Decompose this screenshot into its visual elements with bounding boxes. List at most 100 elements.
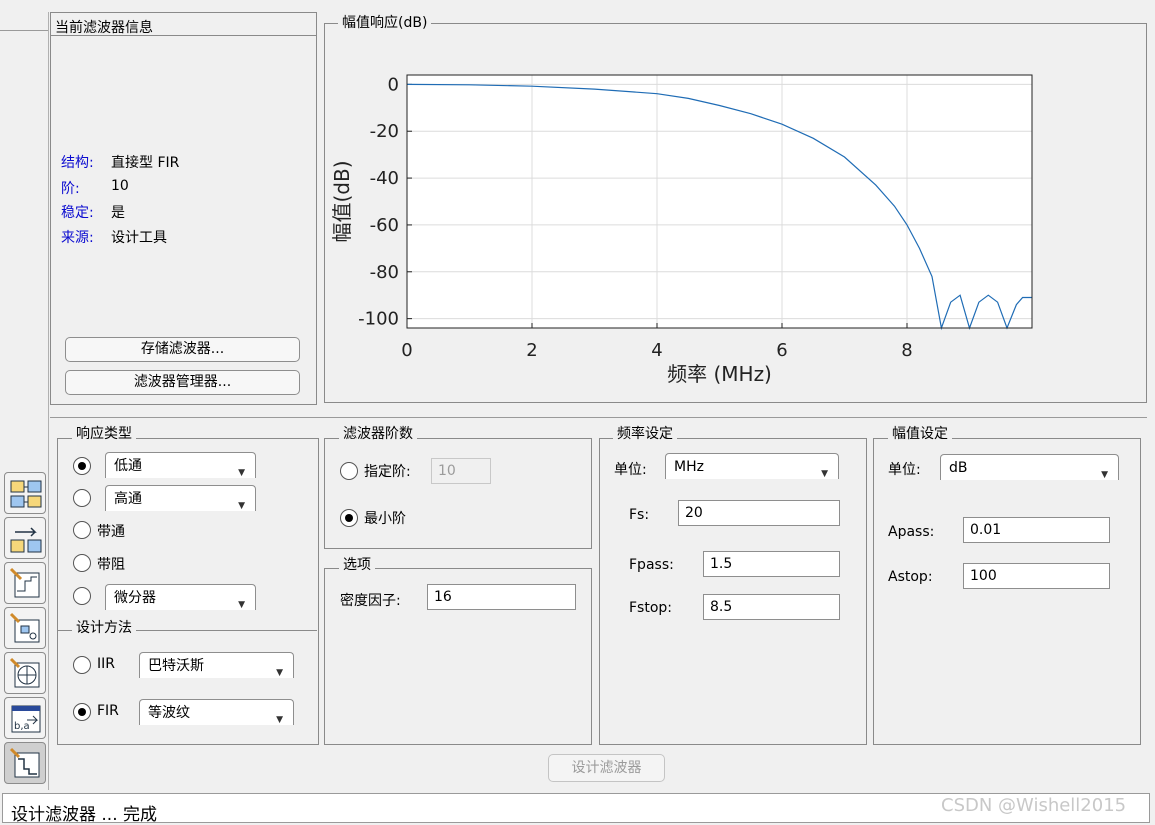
bandpass-label[interactable]: 带通 xyxy=(97,521,125,541)
fs-label: Fs: xyxy=(629,507,650,523)
filter-order-panel xyxy=(324,438,592,549)
info-value-structure: 直接型 FIR xyxy=(111,155,180,171)
info-key-order: 阶: xyxy=(61,181,80,197)
x-axis-label: 频率 (MHz) xyxy=(667,362,772,386)
highpass-dropdown-value: 高通 xyxy=(114,491,142,507)
sidebar-tool-design-filter[interactable] xyxy=(4,742,46,784)
watermark: CSDN @Wishell2015 xyxy=(941,795,1127,816)
y-tick-label: -100 xyxy=(358,309,399,330)
sidebar-tool-3[interactable] xyxy=(4,562,46,604)
fir-label[interactable]: FIR xyxy=(97,703,119,719)
fpass-input[interactable]: 1.5 xyxy=(703,551,840,577)
highpass-dropdown[interactable]: 高通 ▼ xyxy=(105,485,256,511)
design-method-title: 设计方法 xyxy=(72,620,136,636)
chevron-down-icon: ▼ xyxy=(276,668,283,678)
sidebar-tool-4[interactable] xyxy=(4,607,46,649)
iir-label[interactable]: IIR xyxy=(97,656,115,672)
radio-iir[interactable] xyxy=(73,656,91,674)
specify-order-input[interactable]: 10 xyxy=(431,458,491,484)
y-tick-label: -60 xyxy=(370,215,399,236)
filter-structure-icon xyxy=(10,480,42,508)
design-filter-button[interactable]: 设计滤波器 xyxy=(548,754,665,782)
y-tick-label: -80 xyxy=(370,262,399,283)
iir-method-dropdown[interactable]: 巴特沃斯 ▼ xyxy=(139,652,294,678)
lowpass-dropdown-value: 低通 xyxy=(114,458,142,474)
mag-unit-dropdown[interactable]: dB ▼ xyxy=(940,454,1119,480)
lowpass-dropdown[interactable]: 低通 ▼ xyxy=(105,452,256,478)
minimum-order-label[interactable]: 最小阶 xyxy=(364,508,406,528)
fstop-input[interactable]: 8.5 xyxy=(703,594,840,620)
radio-lowpass[interactable] xyxy=(73,457,91,475)
info-key-stable: 稳定: xyxy=(61,205,94,221)
chevron-down-icon: ▼ xyxy=(276,715,283,725)
pole-zero-edit-icon xyxy=(9,567,40,598)
sidebar-tool-2[interactable] xyxy=(4,517,46,559)
radio-specify-order[interactable] xyxy=(340,462,358,480)
differentiator-dropdown-value: 微分器 xyxy=(114,590,156,606)
specify-order-label[interactable]: 指定阶: xyxy=(364,461,411,481)
filter-manager-button[interactable]: 滤波器管理器... xyxy=(65,370,300,395)
apass-input[interactable]: 0.01 xyxy=(963,517,1110,543)
plot-area xyxy=(407,75,1032,328)
density-factor-input[interactable]: 16 xyxy=(427,584,576,610)
x-tick-label: 6 xyxy=(776,340,787,361)
store-filter-button[interactable]: 存储滤波器... xyxy=(65,337,300,362)
chevron-down-icon: ▼ xyxy=(238,600,245,610)
chevron-down-icon: ▼ xyxy=(821,469,828,479)
fstop-label: Fstop: xyxy=(629,600,673,616)
magnitude-chart: 0 2 4 6 8 0 -20 -40 -60 -80 -100 频率 (MHz) 幅值(dB) xyxy=(330,74,1033,386)
design-panel-divider xyxy=(50,417,1147,418)
transform-icon xyxy=(10,527,42,553)
differentiator-dropdown[interactable]: 微分器 ▼ xyxy=(105,584,256,610)
sidebar-tool-6[interactable]: b,a xyxy=(4,697,46,739)
radio-differentiator[interactable] xyxy=(73,587,91,605)
fpass-label: Fpass: xyxy=(629,557,674,573)
radio-minimum-order[interactable] xyxy=(340,509,358,527)
frequency-spec-title: 频率设定 xyxy=(613,426,677,442)
bandstop-label[interactable]: 带阻 xyxy=(97,554,125,574)
mag-unit-label: 单位: xyxy=(888,462,921,478)
fir-method-value: 等波纹 xyxy=(148,705,190,721)
sidebar-tool-1[interactable] xyxy=(4,472,46,514)
info-value-order: 10 xyxy=(111,178,129,194)
response-type-title: 响应类型 xyxy=(72,426,136,442)
chevron-down-icon: ▼ xyxy=(238,468,245,478)
plot-panel-title: 幅值响应(dB) xyxy=(338,15,432,31)
sidebar-tool-5[interactable] xyxy=(4,652,46,694)
astop-label: Astop: xyxy=(888,569,933,585)
fs-input[interactable]: 20 xyxy=(678,500,840,526)
info-key-source: 来源: xyxy=(61,230,94,246)
mag-unit-value: dB xyxy=(949,460,968,476)
left-vertical-divider xyxy=(48,12,49,790)
radio-bandpass[interactable] xyxy=(73,521,91,539)
x-tick-label: 4 xyxy=(651,340,662,361)
filter-order-title: 滤波器阶数 xyxy=(339,426,417,442)
x-tick-label: 0 xyxy=(401,340,412,361)
options-title: 选项 xyxy=(339,557,375,573)
info-value-stable: 是 xyxy=(111,205,125,221)
status-text: 设计滤波器 ... 完成 xyxy=(11,805,158,825)
y-tick-label: -20 xyxy=(370,121,399,142)
freq-unit-dropdown[interactable]: MHz ▼ xyxy=(665,453,839,479)
x-tick-label: 8 xyxy=(901,340,912,361)
x-tick-label: 2 xyxy=(526,340,537,361)
filter-info-panel: 当前滤波器信息 结构: 直接型 FIR 阶: 10 稳定: 是 来源: 设计工具… xyxy=(50,12,317,405)
y-tick-label: 0 xyxy=(388,74,399,95)
fir-method-dropdown[interactable]: 等波纹 ▼ xyxy=(139,699,294,725)
astop-input[interactable]: 100 xyxy=(963,563,1110,589)
left-divider xyxy=(0,30,48,31)
radio-bandstop[interactable] xyxy=(73,554,91,572)
filter-info-title: 当前滤波器信息 xyxy=(55,20,153,36)
radio-highpass[interactable] xyxy=(73,489,91,507)
chevron-down-icon: ▼ xyxy=(238,501,245,511)
y-tick-label: -40 xyxy=(370,168,399,189)
apass-label: Apass: xyxy=(888,524,935,540)
realize-model-icon xyxy=(9,612,40,643)
freq-unit-label: 单位: xyxy=(614,462,647,478)
y-axis-label: 幅值(dB) xyxy=(330,160,354,242)
radio-fir[interactable] xyxy=(73,703,91,721)
design-filter-icon xyxy=(9,747,40,778)
info-key-structure: 结构: xyxy=(61,155,94,171)
density-factor-label: 密度因子: xyxy=(340,593,401,609)
import-filter-icon: b,a xyxy=(11,705,41,733)
